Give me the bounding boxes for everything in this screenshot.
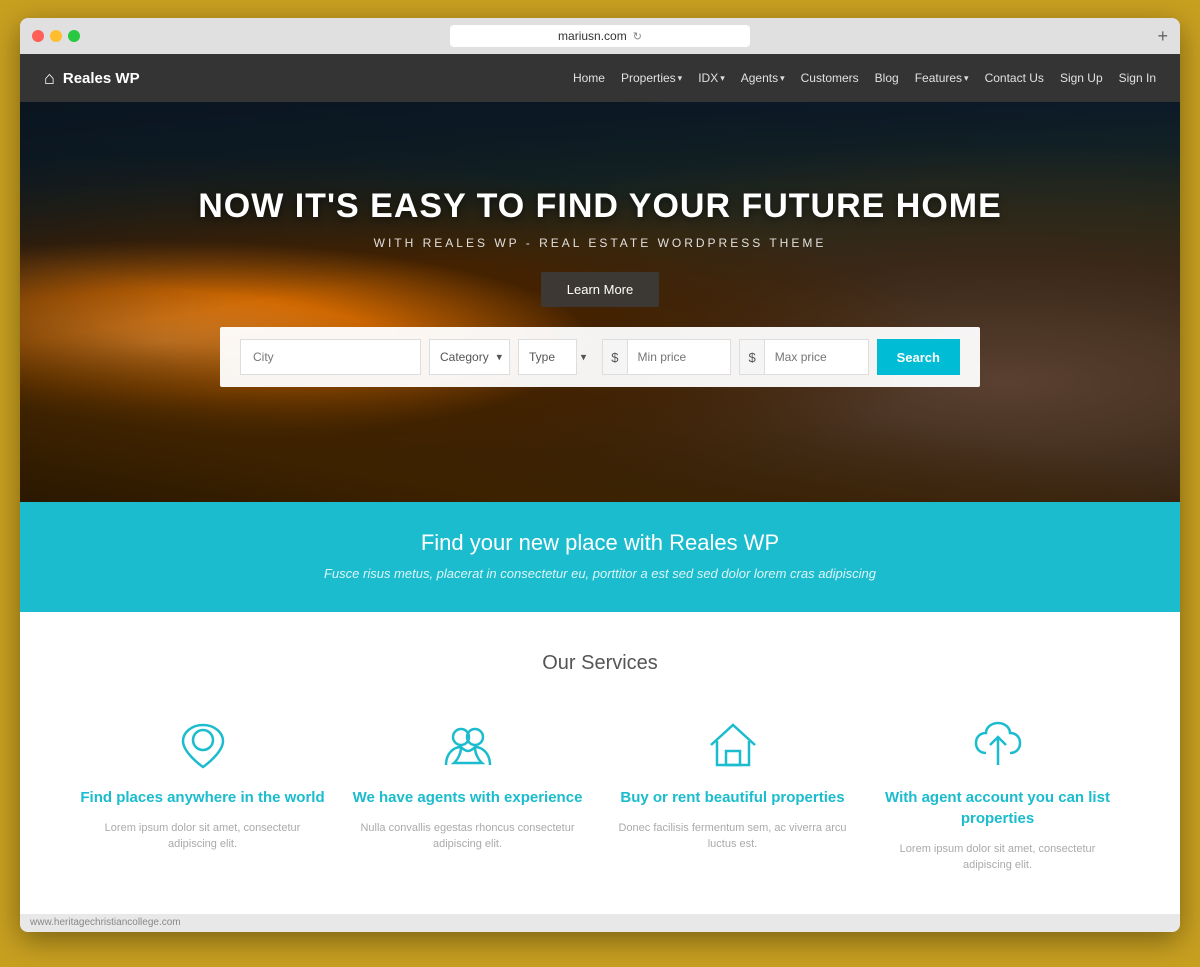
brand-name: Reales WP [63, 70, 140, 87]
city-input[interactable] [240, 339, 421, 375]
dropdown-caret: ▾ [720, 73, 725, 84]
service-desc-cloud: Lorem ipsum dolor sit amet, consectetur … [875, 841, 1120, 874]
address-bar[interactable]: mariusn.com ↻ [450, 25, 750, 47]
category-select[interactable]: Category [429, 339, 510, 375]
service-item-location: Find places anywhere in the world Lorem … [80, 715, 325, 874]
min-price-wrapper: $ [602, 339, 731, 375]
hero-subtitle: WITH REALES WP - REAL ESTATE WORDPRESS T… [198, 236, 1002, 250]
nav-brand: ⌂ Reales WP [44, 68, 140, 89]
dropdown-caret: ▾ [678, 73, 683, 84]
navbar: ⌂ Reales WP Home Properties ▾ IDX ▾ Agen… [20, 54, 1180, 102]
close-button[interactable] [32, 30, 44, 42]
teal-banner-subtext: Fusce risus metus, placerat in consectet… [40, 564, 1160, 584]
nav-link-signup[interactable]: Sign Up [1060, 71, 1103, 85]
search-bar: Category Type $ $ Search [220, 327, 980, 387]
search-button[interactable]: Search [877, 339, 960, 375]
nav-link-blog[interactable]: Blog [875, 71, 899, 85]
min-price-symbol: $ [603, 340, 627, 374]
type-select-wrapper: Type [518, 339, 594, 375]
browser-titlebar: mariusn.com ↻ + [20, 18, 1180, 54]
services-grid: Find places anywhere in the world Lorem … [80, 715, 1120, 874]
service-desc-home: Donec facilisis fermentum sem, ac viverr… [610, 820, 855, 853]
hero-section: NOW IT'S EASY TO FIND YOUR FUTURE HOME W… [20, 102, 1180, 502]
min-price-input[interactable] [628, 340, 731, 374]
nav-link-home[interactable]: Home [573, 71, 605, 85]
category-select-wrapper: Category [429, 339, 510, 375]
nav-links: Home Properties ▾ IDX ▾ Agents ▾ Custome… [573, 71, 1156, 85]
location-icon [173, 715, 233, 775]
nav-link-customers[interactable]: Customers [801, 71, 859, 85]
teal-banner-heading: Find your new place with Reales WP [40, 530, 1160, 556]
services-title: Our Services [80, 652, 1120, 675]
teal-banner: Find your new place with Reales WP Fusce… [20, 502, 1180, 612]
nav-link-idx[interactable]: IDX ▾ [698, 71, 725, 85]
hero-content: NOW IT'S EASY TO FIND YOUR FUTURE HOME W… [178, 187, 1022, 307]
url-text: mariusn.com [558, 29, 627, 43]
house-icon [703, 715, 763, 775]
add-tab-button[interactable]: + [1157, 26, 1168, 47]
refresh-icon[interactable]: ↻ [633, 30, 642, 43]
hero-title: NOW IT'S EASY TO FIND YOUR FUTURE HOME [198, 187, 1002, 226]
service-item-agent: We have agents with experience Nulla con… [345, 715, 590, 874]
agent-icon [438, 715, 498, 775]
type-select[interactable]: Type [518, 339, 577, 375]
max-price-wrapper: $ [739, 339, 868, 375]
status-bar: www.heritagechristiancollege.com [20, 914, 1180, 932]
home-brand-icon: ⌂ [44, 68, 55, 89]
service-name-home: Buy or rent beautiful properties [620, 787, 844, 808]
nav-link-signin[interactable]: Sign In [1119, 71, 1156, 85]
hero-cta-button[interactable]: Learn More [541, 272, 659, 307]
dropdown-caret: ▾ [964, 73, 969, 84]
website-content: ⌂ Reales WP Home Properties ▾ IDX ▾ Agen… [20, 54, 1180, 932]
services-section: Our Services Find places anywhere in the… [20, 612, 1180, 914]
service-name-agent: We have agents with experience [353, 787, 583, 808]
dropdown-caret: ▾ [780, 73, 785, 84]
nav-link-contact[interactable]: Contact Us [985, 71, 1044, 85]
minimize-button[interactable] [50, 30, 62, 42]
service-desc-agent: Nulla convallis egestas rhoncus consecte… [345, 820, 590, 853]
service-item-cloud: With agent account you can list properti… [875, 715, 1120, 874]
service-item-home: Buy or rent beautiful properties Donec f… [610, 715, 855, 874]
max-price-input[interactable] [765, 340, 868, 374]
cloud-upload-icon [968, 715, 1028, 775]
service-name-location: Find places anywhere in the world [80, 787, 324, 808]
browser-window: mariusn.com ↻ + ⌂ Reales WP Home Propert… [20, 18, 1180, 932]
status-url: www.heritagechristiancollege.com [30, 917, 181, 928]
max-price-symbol: $ [740, 340, 764, 374]
service-name-cloud: With agent account you can list properti… [875, 787, 1120, 829]
nav-link-properties[interactable]: Properties ▾ [621, 71, 682, 85]
maximize-button[interactable] [68, 30, 80, 42]
nav-link-agents[interactable]: Agents ▾ [741, 71, 785, 85]
nav-link-features[interactable]: Features ▾ [915, 71, 969, 85]
service-desc-location: Lorem ipsum dolor sit amet, consectetur … [80, 820, 325, 853]
